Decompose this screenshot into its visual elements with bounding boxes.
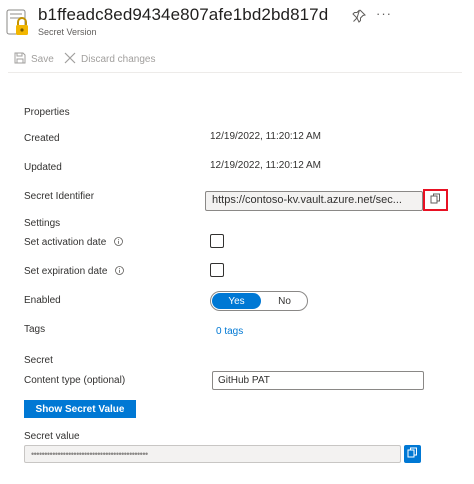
secret-identifier-field[interactable]: https://contoso-kv.vault.azure.net/sec..… <box>205 191 423 211</box>
enabled-yes-option[interactable]: Yes <box>212 293 261 309</box>
expiration-date-checkbox[interactable] <box>210 263 224 277</box>
content-type-input[interactable]: GitHub PAT <box>212 371 424 390</box>
info-icon[interactable] <box>115 266 125 275</box>
secret-identifier-label: Secret Identifier <box>24 191 95 202</box>
updated-label: Updated <box>24 162 62 173</box>
page-title: b1ffeadc8ed9434e807afe1bd2bd817d <box>38 5 329 24</box>
created-value: 12/19/2022, 11:20:12 AM <box>210 131 322 142</box>
save-label: Save <box>31 53 54 65</box>
secret-value-label: Secret value <box>24 431 80 442</box>
updated-value: 12/19/2022, 11:20:12 AM <box>210 160 322 171</box>
tags-link[interactable]: 0 tags <box>216 326 243 337</box>
show-secret-value-button[interactable]: Show Secret Value <box>24 400 136 418</box>
activation-date-checkbox[interactable] <box>210 234 224 248</box>
copy-identifier-button[interactable] <box>423 189 448 211</box>
secret-value-field[interactable]: ••••••••••••••••••••••••••••••••••••••••… <box>24 445 401 463</box>
info-icon[interactable] <box>114 237 123 246</box>
properties-section-title: Properties <box>24 107 70 118</box>
pin-icon[interactable] <box>352 9 366 23</box>
enabled-label: Enabled <box>24 295 61 306</box>
save-button[interactable]: Save <box>14 50 54 68</box>
enabled-toggle[interactable]: Yes No <box>210 291 308 311</box>
created-label: Created <box>24 133 60 144</box>
more-options-icon[interactable]: ··· <box>376 6 392 21</box>
toolbar-divider <box>8 72 462 73</box>
activation-date-text: Set activation date <box>24 237 107 248</box>
key-vault-secret-icon <box>6 9 32 39</box>
activation-date-label: Set activation date <box>24 237 123 248</box>
copy-icon <box>430 191 441 209</box>
copy-icon <box>407 445 418 463</box>
secret-section-title: Secret <box>24 355 53 366</box>
discard-changes-button[interactable]: Discard changes <box>64 50 155 68</box>
copy-secret-value-button[interactable] <box>404 445 421 463</box>
content-type-label: Content type (optional) <box>24 375 126 386</box>
page-subtitle: Secret Version <box>38 27 97 37</box>
tags-label: Tags <box>24 324 46 335</box>
expiration-date-label: Set expiration date <box>24 266 125 277</box>
settings-section-title: Settings <box>24 218 61 229</box>
save-icon <box>14 52 26 67</box>
discard-changes-label: Discard changes <box>81 53 156 65</box>
expiration-date-text: Set expiration date <box>24 266 108 277</box>
enabled-no-option[interactable]: No <box>262 292 307 310</box>
close-icon <box>64 52 76 67</box>
